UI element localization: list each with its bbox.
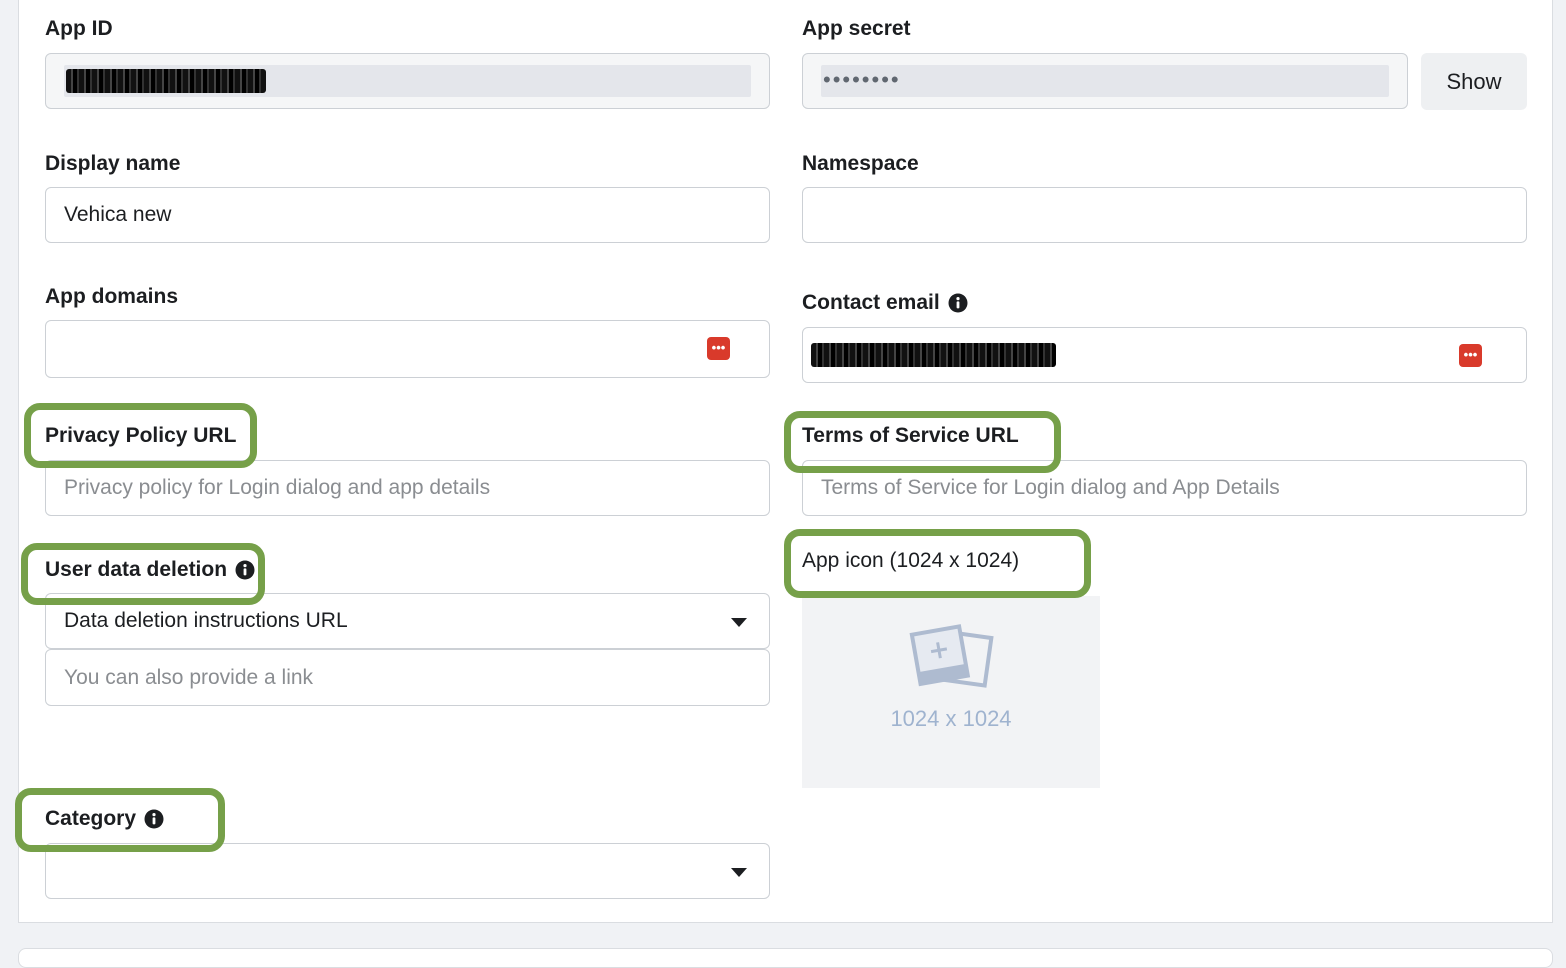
contact-email-input[interactable]: ••• [802, 327, 1527, 383]
data-deletion-link-input[interactable]: You can also provide a link [45, 649, 770, 706]
app-icon-upload[interactable]: 1024 x 1024 [802, 596, 1100, 788]
caret-down-icon [731, 868, 747, 877]
user-data-deletion-label: User data deletion [45, 558, 255, 582]
app-icon-size-hint: 1024 x 1024 [890, 706, 1012, 731]
add-image-icon [909, 624, 994, 688]
app-id-field[interactable] [45, 53, 770, 109]
display-name-input[interactable]: Vehica new [45, 187, 770, 243]
app-icon-label: App icon (1024 x 1024) [802, 549, 1020, 572]
app-secret-label: App secret [802, 17, 911, 40]
data-deletion-select[interactable]: Data deletion instructions URL [45, 593, 770, 649]
next-section-card [18, 948, 1553, 968]
redacted-contact-email [811, 343, 1056, 367]
terms-of-service-label: Terms of Service URL [802, 424, 1019, 447]
password-manager-icon[interactable]: ••• [1459, 344, 1482, 367]
privacy-policy-input[interactable]: Privacy policy for Login dialog and app … [45, 460, 770, 516]
redacted-app-id [66, 69, 266, 93]
show-secret-button[interactable]: Show [1421, 53, 1527, 110]
info-circle-icon[interactable] [948, 293, 968, 313]
terms-of-service-input[interactable]: Terms of Service for Login dialog and Ap… [802, 460, 1527, 516]
app-secret-field[interactable]: •••••••• [802, 53, 1408, 109]
contact-email-label: Contact email [802, 291, 968, 315]
password-manager-icon[interactable]: ••• [707, 337, 730, 360]
namespace-input[interactable] [802, 187, 1527, 243]
app-secret-masked-value: •••••••• [823, 67, 901, 92]
category-label: Category [45, 807, 164, 831]
app-domains-input[interactable]: ••• [45, 320, 770, 378]
privacy-policy-label: Privacy Policy URL [45, 424, 237, 447]
caret-down-icon [731, 618, 747, 627]
info-circle-icon[interactable] [235, 560, 255, 580]
display-name-label: Display name [45, 152, 181, 175]
namespace-label: Namespace [802, 152, 919, 175]
app-domains-label: App domains [45, 285, 179, 308]
info-circle-icon[interactable] [144, 809, 164, 829]
category-select[interactable] [45, 843, 770, 899]
app-id-label: App ID [45, 17, 113, 40]
